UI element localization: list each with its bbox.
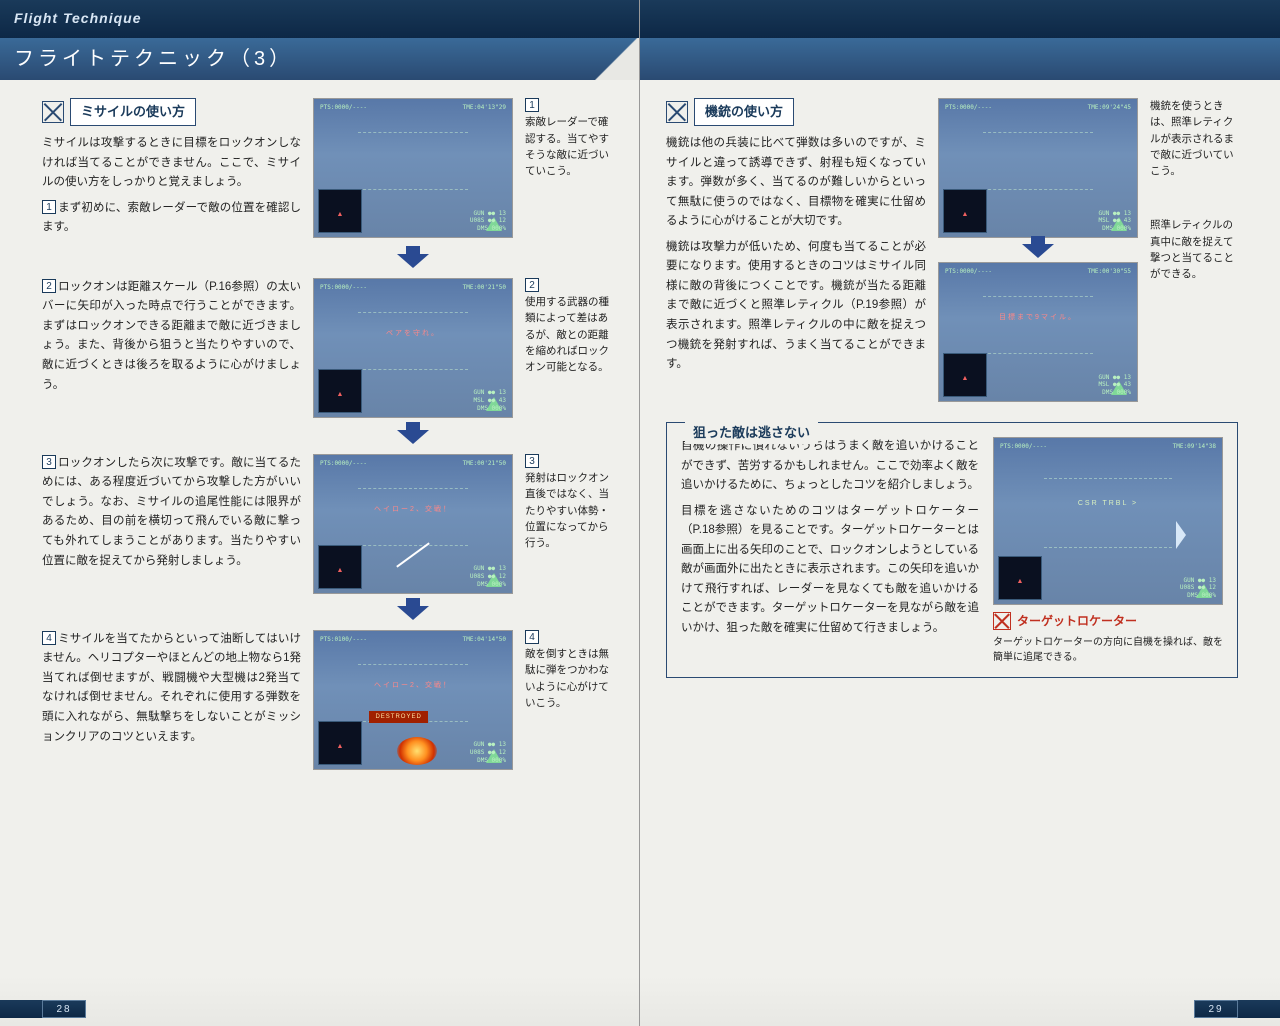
radar-icon <box>318 545 362 589</box>
locator-callout-label: ターゲットロケーター <box>1017 611 1137 631</box>
step-1: 1まず初めに、索敵レーダーで敵の位置を確認します。 <box>42 199 301 238</box>
gun-caption-1: 機銃を使うときは、照準レティクルが表示されるまで敵に近づいていこう。 <box>1150 98 1238 179</box>
radar-icon <box>318 721 362 765</box>
missile-trail-icon <box>396 543 430 568</box>
screenshot-gun-1: PTS:0000/----TME:09'24"45 GUN ●● 13MSL ●… <box>938 98 1138 238</box>
page-right: 機銃の使い方 機銃は他の兵装に比べて弾数は多いのですが、ミサイルと違って誘導でき… <box>640 0 1280 1026</box>
locator-callout: ターゲットロケーター <box>993 611 1223 631</box>
screenshot-gun-2: PTS:0000/----TME:00'30"55 目標まで9マイル。 GUN … <box>938 262 1138 402</box>
arrow-down-icon <box>313 250 513 272</box>
x-box-icon <box>993 612 1011 630</box>
caption-num-3: 3 <box>525 454 539 468</box>
num-4: 4 <box>42 631 56 645</box>
pagenum-stripe <box>1238 1000 1280 1018</box>
screenshot-3: PTS:0000/----TME:00'21"50 ヘイロー2、交戦！ GUN … <box>313 454 513 594</box>
locator-caption: ターゲットロケーターの方向に自機を操れば、敵を簡単に追尾できる。 <box>993 635 1223 665</box>
caption-num-2: 2 <box>525 278 539 292</box>
gun-para-1: 機銃は他の兵装に比べて弾数は多いのですが、ミサイルと違って誘導できず、射程も短く… <box>666 134 926 232</box>
step-2: 2ロックオンは距離スケール（P.16参照）の太いバーに矢印が入った時点で行うこと… <box>42 278 301 395</box>
caption-1: 索敵レーダーで確認する。当てやすそうな敵に近づいていこう。 <box>525 114 613 179</box>
num-2: 2 <box>42 279 56 293</box>
page-number-left: 28 <box>42 1000 86 1018</box>
step-3: 3ロックオンしたら次に攻撃です。敵に当てるためには、ある程度近づいてから攻撃した… <box>42 454 301 571</box>
framed-title: 狙った敵は逃さない <box>685 422 818 444</box>
chapter-bar <box>640 0 1280 38</box>
gun-caption-2: 照準レティクルの真中に敵を捉えて撃つと当てることができる。 <box>1150 217 1238 282</box>
radar-icon <box>943 189 987 233</box>
destroyed-label: DESTROYED <box>369 711 427 723</box>
section-heading-label: ミサイルの使い方 <box>70 98 196 126</box>
explosion-icon <box>397 737 437 765</box>
section-target-locator: 狙った敵は逃さない 自機の操作に慣れないうちはうまく敵を追いかけることができず、… <box>666 422 1238 678</box>
step-4: 4ミサイルを当てたからといって油断してはいけません。ヘリコプターやほとんどの地上… <box>42 630 301 747</box>
locator-para-1: 自機の操作に慣れないうちはうまく敵を追いかけることができず、苦労するかもしれませ… <box>681 437 979 496</box>
caption-num-4: 4 <box>525 630 539 644</box>
page-title-row: フライトテクニック（3） <box>0 38 639 80</box>
section-heading-missile: ミサイルの使い方 <box>42 98 301 126</box>
section-heading-gun: 機銃の使い方 <box>666 98 926 126</box>
radar-icon <box>318 189 362 233</box>
gun-para-2: 機銃は攻撃力が低いため、何度も当てることが必要になります。使用するときのコツはミ… <box>666 238 926 375</box>
pagenum-stripe <box>0 1000 42 1018</box>
caption-num-1: 1 <box>525 98 539 112</box>
caption-2: 使用する武器の種類によって差はあるが、敵との距離を縮めればロックオン可能となる。 <box>525 294 613 375</box>
screenshot-1: PTS:0000/----TME:04'13"29 GUN ●● 13U08S … <box>313 98 513 238</box>
section-heading-label: 機銃の使い方 <box>694 98 794 126</box>
x-box-icon <box>666 101 688 123</box>
screenshot-2: PTS:0000/----TME:00'21"50 ペアを守れ。 GUN ●● … <box>313 278 513 418</box>
arrow-down-icon <box>313 426 513 448</box>
locator-para-2: 目標を逃さないためのコツはターゲットロケーター（P.18参照）を見ることです。タ… <box>681 502 979 639</box>
num-1: 1 <box>42 200 56 214</box>
target-locator-arrow-icon <box>1176 521 1186 549</box>
radar-icon <box>998 556 1042 600</box>
screenshot-locator: PTS:0000/----TME:09'14"38 CSR TRBL > GUN… <box>993 437 1223 605</box>
page-title: フライトテクニック（3） <box>14 42 293 76</box>
caption-4: 敵を倒すときは無駄に弾をつかわないように心がけていこう。 <box>525 646 613 711</box>
chapter-label: Flight Technique <box>14 7 141 31</box>
caption-3: 発射はロックオン直後ではなく、当たりやすい体勢・位置になってから行う。 <box>525 470 613 551</box>
radar-icon <box>943 353 987 397</box>
intro-text: ミサイルは攻撃するときに目標をロックオンしなければ当てることができません。ここで… <box>42 134 301 193</box>
x-box-icon <box>42 101 64 123</box>
radar-icon <box>318 369 362 413</box>
chapter-bar: Flight Technique <box>0 0 639 38</box>
num-3: 3 <box>42 455 56 469</box>
screenshot-4: PTS:0100/----TME:04'14"50 ヘイロー2、交戦！ DEST… <box>313 630 513 770</box>
arrow-down-icon <box>938 240 1138 262</box>
page-number-right: 29 <box>1194 1000 1238 1018</box>
arrow-down-icon <box>313 602 513 624</box>
page-left: Flight Technique フライトテクニック（3） ミサイルの使い方 ミ… <box>0 0 640 1026</box>
